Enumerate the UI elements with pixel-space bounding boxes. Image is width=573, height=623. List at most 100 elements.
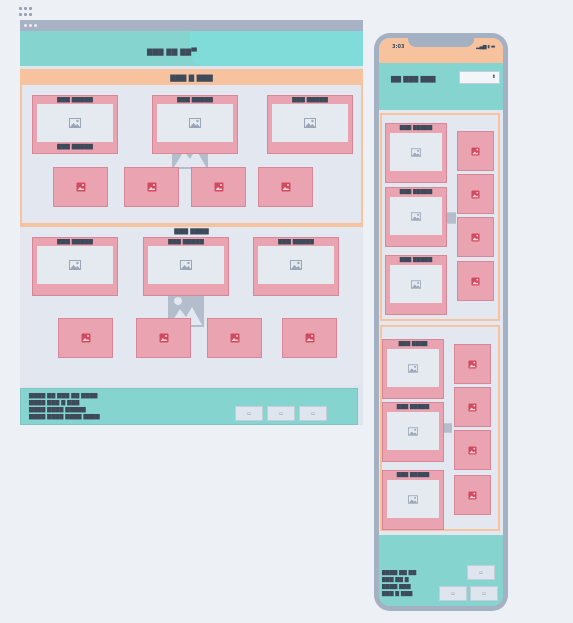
status-icons: ▂▄▆ ◖ ▬ (476, 44, 495, 50)
footer-line: ▇▇▇▇ ▇▇▇ ▇ ▇▇▇ (29, 400, 80, 406)
phone-notch (408, 38, 474, 47)
card-caption: ▇▇▇ ▇▇▇▇▇ (399, 125, 433, 131)
image-icon (281, 182, 290, 192)
footer-button[interactable]: ▫ (439, 586, 467, 601)
image-placeholder-icon (387, 480, 439, 518)
mobile-footer: ▫ ▫ ▫ ▇▇▇▇ ▇▇ ▇▇ ▇▇▇ ▇▇ ▇ ▇▇▇▇ ▇▇▇ ▇▇▇ ▇… (379, 535, 503, 606)
footer-button[interactable]: ▫ (267, 406, 295, 421)
feature-card[interactable]: ▇▇▇ ▇▇▇▇▇ (385, 255, 447, 315)
footer-line: ▇▇▇▇ ▇▇▇▇ ▇▇▇▇ ▇▇▇▇ (29, 414, 100, 420)
image-tile[interactable] (258, 167, 313, 207)
browser-bar (20, 20, 363, 31)
feature-card[interactable]: ▇▇▇ ▇▇▇▇ (382, 339, 444, 399)
feature-card[interactable]: ▇▇▇ ▇▇▇▇▇ (32, 237, 118, 296)
footer-text: ▇▇▇▇ ▇▇ ▇▇▇ ▇▇ ▇▇▇▇ ▇▇▇▇ ▇▇▇ ▇ ▇▇▇ ▇▇▇▇ … (29, 393, 100, 421)
grip-icon[interactable] (19, 7, 33, 17)
image-tile[interactable] (454, 430, 491, 470)
image-icon (230, 333, 239, 343)
section-1-title: ▇▇▇ ▇ ▇▇▇ (22, 71, 361, 85)
image-icon (471, 232, 480, 242)
image-icon (76, 182, 85, 192)
mobile-section-2: ▇▇▇ ▇▇▇▇ ▇▇▇ ▇▇▇▇▇ ▇▇▇ ▇▇▇▇▇ (380, 325, 500, 531)
footer-buttons: ▫ ▫ ▫ (235, 406, 327, 421)
feature-card[interactable]: ▇▇▇ ▇▇▇▇▇ (253, 237, 339, 296)
footer-line: ▇▇▇▇ ▇▇▇▇ ▇▇▇▇▇ (29, 407, 86, 413)
image-tile[interactable] (457, 217, 494, 257)
card-caption: ▇▇▇ ▇▇▇▇▇ (292, 97, 328, 103)
image-placeholder-icon (258, 246, 334, 284)
window-controls (24, 24, 37, 27)
feature-card[interactable]: ▇▇▇ ▇▇▇▇▇ (152, 95, 238, 154)
image-placeholder-icon (148, 246, 224, 284)
image-icon (471, 276, 480, 286)
image-icon (468, 490, 477, 500)
image-placeholder-icon (387, 412, 439, 450)
mobile-header: ▇▇ ▇▇▇ ▇▇▇ ⬍ (379, 63, 503, 110)
footer-line: ▇▇▇ ▇▇ ▇ (382, 577, 409, 583)
desktop-header: ▇▇▇ ▇▇ ▇▇▀ (20, 31, 363, 66)
feature-card[interactable]: ▇▇▇ ▇▇▇▇▇ (385, 187, 447, 247)
image-tile[interactable] (282, 318, 337, 358)
image-icon (471, 146, 480, 156)
desktop-header-title: ▇▇▇ ▇▇ ▇▇▀ (147, 48, 197, 56)
image-icon (305, 333, 314, 343)
desktop-section-2: ▇▇▇ ▇▇▇▇ ▇▇▇ ▇▇▇▇▇ ▇▇▇ ▇▇▇▇▇ ▇▇▇ ▇▇▇▇▇ (20, 225, 363, 385)
image-tile[interactable] (454, 387, 491, 427)
image-tile[interactable] (207, 318, 262, 358)
desktop-footer: ▇▇▇▇ ▇▇ ▇▇▇ ▇▇ ▇▇▇▇ ▇▇▇▇ ▇▇▇ ▇ ▇▇▇ ▇▇▇▇ … (20, 388, 358, 425)
card-caption: ▇▇▇ ▇▇▇▇▇ (399, 257, 433, 263)
footer-button[interactable]: ▫ (467, 565, 495, 580)
image-icon (214, 182, 223, 192)
card-caption: ▇▇▇ ▇▇▇▇▇ (177, 97, 213, 103)
feature-card[interactable]: ▇▇▇ ▇▇▇▇▇ (382, 402, 444, 462)
image-placeholder-icon (390, 197, 442, 235)
footer-button[interactable]: ▫ (235, 406, 263, 421)
feature-card[interactable]: ▇▇▇ ▇▇▇▇▇ (382, 470, 444, 530)
image-tile[interactable] (457, 131, 494, 171)
feature-card[interactable]: ▇▇▇ ▇▇▇▇▇ (143, 237, 229, 296)
image-tile[interactable] (124, 167, 179, 207)
mobile-preview: 3:03 ▂▄▆ ◖ ▬ ▇▇ ▇▇▇ ▇▇▇ ⬍ ▇▇▇ ▇▇▇▇▇ ▇▇▇ … (374, 33, 508, 611)
status-time: 3:03 (392, 44, 405, 50)
card-caption: ▇▇▇ ▇▇▇▇ (398, 341, 428, 347)
feature-card[interactable]: ▇▇▇ ▇▇▇▇▇ (385, 123, 447, 183)
footer-button[interactable]: ▫ (470, 586, 498, 601)
image-tile[interactable] (457, 261, 494, 301)
mobile-header-title: ▇▇ ▇▇▇ ▇▇▇ (391, 75, 436, 83)
image-placeholder-icon (272, 104, 348, 142)
image-tile[interactable] (136, 318, 191, 358)
card-caption: ▇▇▇ ▇▇▇▇▇ (57, 97, 93, 103)
image-placeholder-icon (390, 133, 442, 171)
image-tile[interactable] (454, 475, 491, 515)
desktop-preview: ▇▇▇ ▇▇ ▇▇▀ ▇▇▇ ▇ ▇▇▇ ▇▇▇ ▇▇▇▇▇ ▇▇▇ ▇▇▇▇▇… (20, 20, 363, 425)
card-caption: ▇▇▇ ▇▇▇▇▇ (399, 189, 433, 195)
image-placeholder-icon (157, 104, 233, 142)
image-tile[interactable] (457, 174, 494, 214)
image-icon (159, 333, 168, 343)
image-placeholder-icon (390, 265, 442, 303)
image-icon (468, 402, 477, 412)
image-placeholder-icon (37, 104, 113, 142)
image-icon (468, 445, 477, 455)
footer-line: ▇▇▇▇ ▇▇ ▇▇ (382, 570, 417, 576)
image-placeholder-icon (37, 246, 113, 284)
image-placeholder-icon (387, 349, 439, 387)
image-icon (468, 359, 477, 369)
image-tile[interactable] (191, 167, 246, 207)
card-caption: ▇▇▇ ▇▇▇▇▇ (396, 404, 430, 410)
image-icon (147, 182, 156, 192)
footer-line: ▇▇▇▇ ▇▇ ▇▇▇ ▇▇ ▇▇▇▇ (29, 393, 98, 399)
mobile-section-1: ▇▇▇ ▇▇▇▇▇ ▇▇▇ ▇▇▇▇▇ ▇▇▇ ▇▇▇▇▇ (380, 113, 500, 321)
feature-card[interactable]: ▇▇▇ ▇▇▇▇▇ ▇▇▇ ▇▇▇▇▇ (32, 95, 118, 154)
card-subcaption: ▇▇▇ ▇▇▇▇▇ (57, 144, 93, 150)
image-tile[interactable] (58, 318, 113, 358)
footer-button[interactable]: ▫ (299, 406, 327, 421)
header-wave-shape (190, 31, 363, 66)
image-tile[interactable] (454, 344, 491, 384)
footer-line: ▇▇▇▇ ▇▇▇ (382, 584, 411, 590)
feature-card[interactable]: ▇▇▇ ▇▇▇▇▇ (267, 95, 353, 154)
card-caption: ▇▇▇ ▇▇▇▇▇ (57, 239, 93, 245)
footer-text: ▇▇▇▇ ▇▇ ▇▇ ▇▇▇ ▇▇ ▇ ▇▇▇▇ ▇▇▇ ▇▇▇ ▇ ▇▇▇ (382, 570, 416, 598)
image-tile[interactable] (53, 167, 108, 207)
mobile-menu-select[interactable]: ⬍ (459, 71, 500, 84)
